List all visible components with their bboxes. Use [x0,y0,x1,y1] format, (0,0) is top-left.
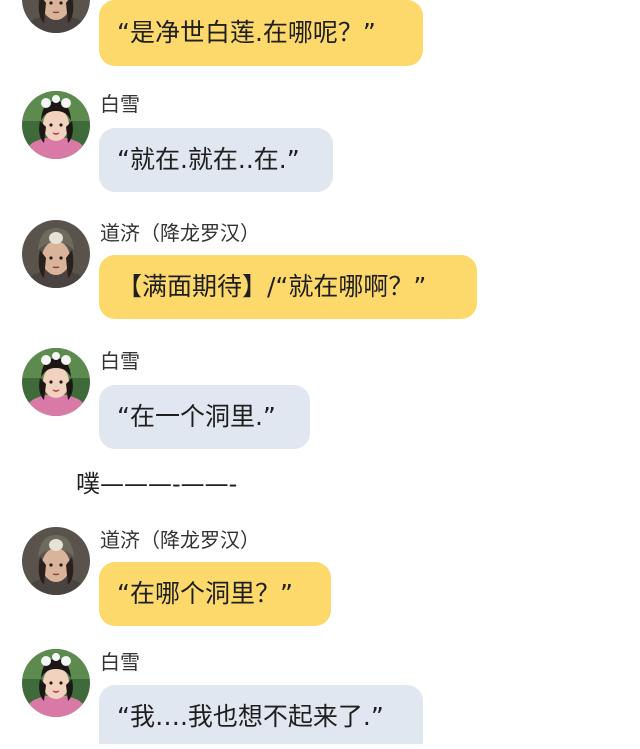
message-bubble[interactable]: “在哪个洞里？” [99,562,331,626]
baixue-avatar[interactable] [22,348,90,416]
daoji-avatar[interactable] [22,220,90,288]
sender-name: 白雪 [100,349,140,373]
sender-name: 道济（降龙罗汉） [100,528,260,552]
narration-text: 噗———-——- [76,470,238,498]
message-bubble[interactable]: “是净世白莲.在哪呢？” [99,0,423,66]
message-bubble[interactable]: “就在.就在..在.” [99,128,333,192]
message-bubble[interactable]: 【满面期待】/“就在哪啊？” [99,255,477,319]
sender-name: 道济（降龙罗汉） [100,221,260,245]
sender-name: 白雪 [100,92,140,116]
daoji-avatar[interactable] [22,0,90,33]
baixue-avatar[interactable] [22,91,90,159]
message-bubble[interactable]: “我….我也想不起来了.” [99,685,423,744]
baixue-avatar[interactable] [22,649,90,717]
sender-name: 白雪 [100,650,140,674]
message-bubble[interactable]: “在一个洞里.” [99,385,310,449]
daoji-avatar[interactable] [22,527,90,595]
